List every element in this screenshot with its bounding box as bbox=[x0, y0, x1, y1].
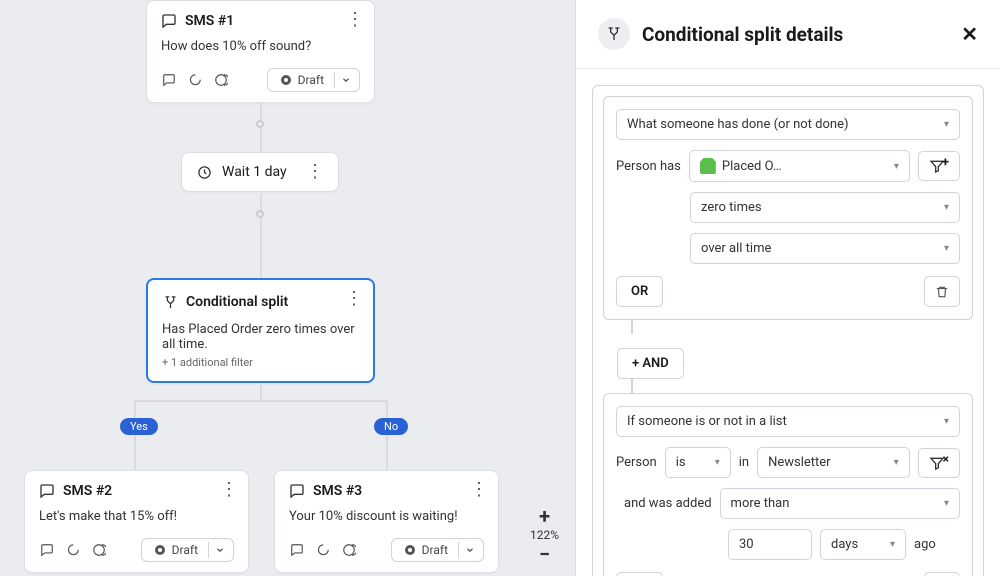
status-dropdown[interactable]: Draft bbox=[267, 68, 360, 92]
added-label: and was added bbox=[624, 496, 712, 511]
person-label: Person bbox=[616, 455, 657, 470]
frequency-select[interactable]: zero times ▾ bbox=[690, 192, 960, 223]
node-title: Conditional split bbox=[186, 294, 288, 310]
sms-icon bbox=[161, 13, 177, 29]
chevron-down-icon: ▾ bbox=[944, 416, 949, 427]
chevron-down-icon: ▾ bbox=[944, 202, 949, 213]
event-select[interactable]: Placed O… ▾ bbox=[689, 150, 910, 182]
zoom-out-button[interactable]: − bbox=[533, 542, 557, 566]
close-icon[interactable]: ✕ bbox=[961, 22, 978, 46]
chevron-down-icon: ▾ bbox=[944, 119, 949, 130]
more-icon[interactable]: ⋮ bbox=[345, 290, 363, 308]
chevron-down-icon: ▾ bbox=[944, 498, 949, 509]
flow-node-sms-3[interactable]: SMS #3 ⋮ Your 10% discount is waiting! D… bbox=[274, 470, 499, 573]
status-label: Draft bbox=[172, 543, 198, 557]
schedule-icon bbox=[91, 542, 107, 558]
wait-label: Wait 1 day bbox=[222, 164, 287, 180]
more-icon[interactable]: ⋮ bbox=[306, 163, 324, 181]
person-has-label: Person has bbox=[616, 159, 681, 174]
node-title: SMS #1 bbox=[185, 13, 360, 29]
zoom-level: 122% bbox=[530, 528, 559, 542]
verb-select[interactable]: is ▾ bbox=[665, 447, 731, 478]
more-icon[interactable]: ⋮ bbox=[470, 481, 488, 499]
node-body: Let's make that 15% off! bbox=[39, 509, 234, 524]
chevron-down-icon bbox=[458, 542, 481, 558]
ago-label: ago bbox=[914, 537, 936, 552]
remove-filter-button[interactable]: × bbox=[918, 448, 960, 478]
delete-condition-button[interactable] bbox=[924, 572, 960, 576]
draft-status-icon bbox=[154, 544, 166, 556]
flow-node-sms-1[interactable]: SMS #1 ⋮ How does 10% off sound? Draft bbox=[146, 0, 375, 103]
panel-title: Conditional split details bbox=[642, 23, 949, 46]
status-label: Draft bbox=[422, 543, 448, 557]
zoom-in-button[interactable]: + bbox=[533, 504, 557, 528]
chevron-down-icon: ▾ bbox=[894, 457, 899, 468]
schedule-icon bbox=[213, 72, 229, 88]
filter-block: What someone has done (or not done) ▾ Pe… bbox=[592, 85, 984, 576]
flow-node-sms-2[interactable]: SMS #2 ⋮ Let's make that 15% off! Draft bbox=[24, 470, 249, 573]
attachment-icon bbox=[315, 542, 331, 558]
status-label: Draft bbox=[298, 73, 324, 87]
chevron-down-icon bbox=[334, 72, 357, 88]
unit-select[interactable]: days ▾ bbox=[820, 529, 906, 560]
split-icon bbox=[162, 294, 178, 310]
status-dropdown[interactable]: Draft bbox=[141, 538, 234, 562]
and-chip[interactable]: + AND bbox=[617, 348, 684, 379]
node-title: SMS #3 bbox=[313, 483, 484, 499]
branch-label-yes: Yes bbox=[120, 418, 158, 435]
chevron-down-icon: ▾ bbox=[890, 539, 895, 550]
sms-channel-icon bbox=[289, 542, 305, 558]
status-dropdown[interactable]: Draft bbox=[391, 538, 484, 562]
condition-type-select[interactable]: If someone is or not in a list ▾ bbox=[616, 406, 960, 437]
sms-icon bbox=[289, 483, 305, 499]
more-icon[interactable]: ⋮ bbox=[220, 481, 238, 499]
attachment-icon bbox=[187, 72, 203, 88]
condition-group-2: If someone is or not in a list ▾ Person … bbox=[603, 393, 973, 576]
delete-condition-button[interactable] bbox=[924, 276, 960, 307]
draft-status-icon bbox=[404, 544, 416, 556]
sms-icon bbox=[39, 483, 55, 499]
branch-label-no: No bbox=[374, 418, 408, 435]
flow-node-wait[interactable]: Wait 1 day ⋮ bbox=[181, 152, 339, 192]
condition-type-select[interactable]: What someone has done (or not done) ▾ bbox=[616, 109, 960, 140]
attachment-icon bbox=[65, 542, 81, 558]
node-body: How does 10% off sound? bbox=[161, 39, 360, 54]
details-panel: Conditional split details ✕ What someone… bbox=[575, 0, 1000, 576]
schedule-icon bbox=[341, 542, 357, 558]
add-filter-button[interactable]: + bbox=[918, 151, 960, 181]
chevron-down-icon: ▾ bbox=[944, 243, 949, 254]
shopify-icon bbox=[700, 158, 716, 174]
condition-group-1: What someone has done (or not done) ▾ Pe… bbox=[603, 96, 973, 320]
or-button[interactable]: OR bbox=[616, 572, 663, 576]
node-desc: Has Placed Order zero times over all tim… bbox=[162, 322, 359, 352]
draft-status-icon bbox=[280, 74, 292, 86]
node-extra: + 1 additional filter bbox=[162, 356, 359, 369]
chevron-down-icon: ▾ bbox=[894, 161, 899, 172]
flow-node-conditional-split[interactable]: ⋮ Conditional split Has Placed Order zer… bbox=[146, 278, 375, 383]
flow-canvas[interactable]: SMS #1 ⋮ How does 10% off sound? Draft W… bbox=[0, 0, 575, 576]
in-label: in bbox=[739, 455, 749, 470]
node-title: SMS #2 bbox=[63, 483, 234, 499]
or-button[interactable]: OR bbox=[616, 276, 663, 307]
node-body: Your 10% discount is waiting! bbox=[289, 509, 484, 524]
clock-icon bbox=[196, 164, 212, 180]
chevron-down-icon bbox=[208, 542, 231, 558]
sms-channel-icon bbox=[161, 72, 177, 88]
split-icon bbox=[598, 18, 630, 50]
sms-channel-icon bbox=[39, 542, 55, 558]
timeframe-select[interactable]: over all time ▾ bbox=[690, 233, 960, 264]
duration-input[interactable]: 30 bbox=[728, 529, 812, 560]
list-select[interactable]: Newsletter ▾ bbox=[757, 447, 910, 478]
zoom-controls: + 122% − bbox=[530, 504, 559, 566]
comparator-select[interactable]: more than ▾ bbox=[720, 488, 960, 519]
more-icon[interactable]: ⋮ bbox=[346, 11, 364, 29]
chevron-down-icon: ▾ bbox=[715, 457, 720, 468]
